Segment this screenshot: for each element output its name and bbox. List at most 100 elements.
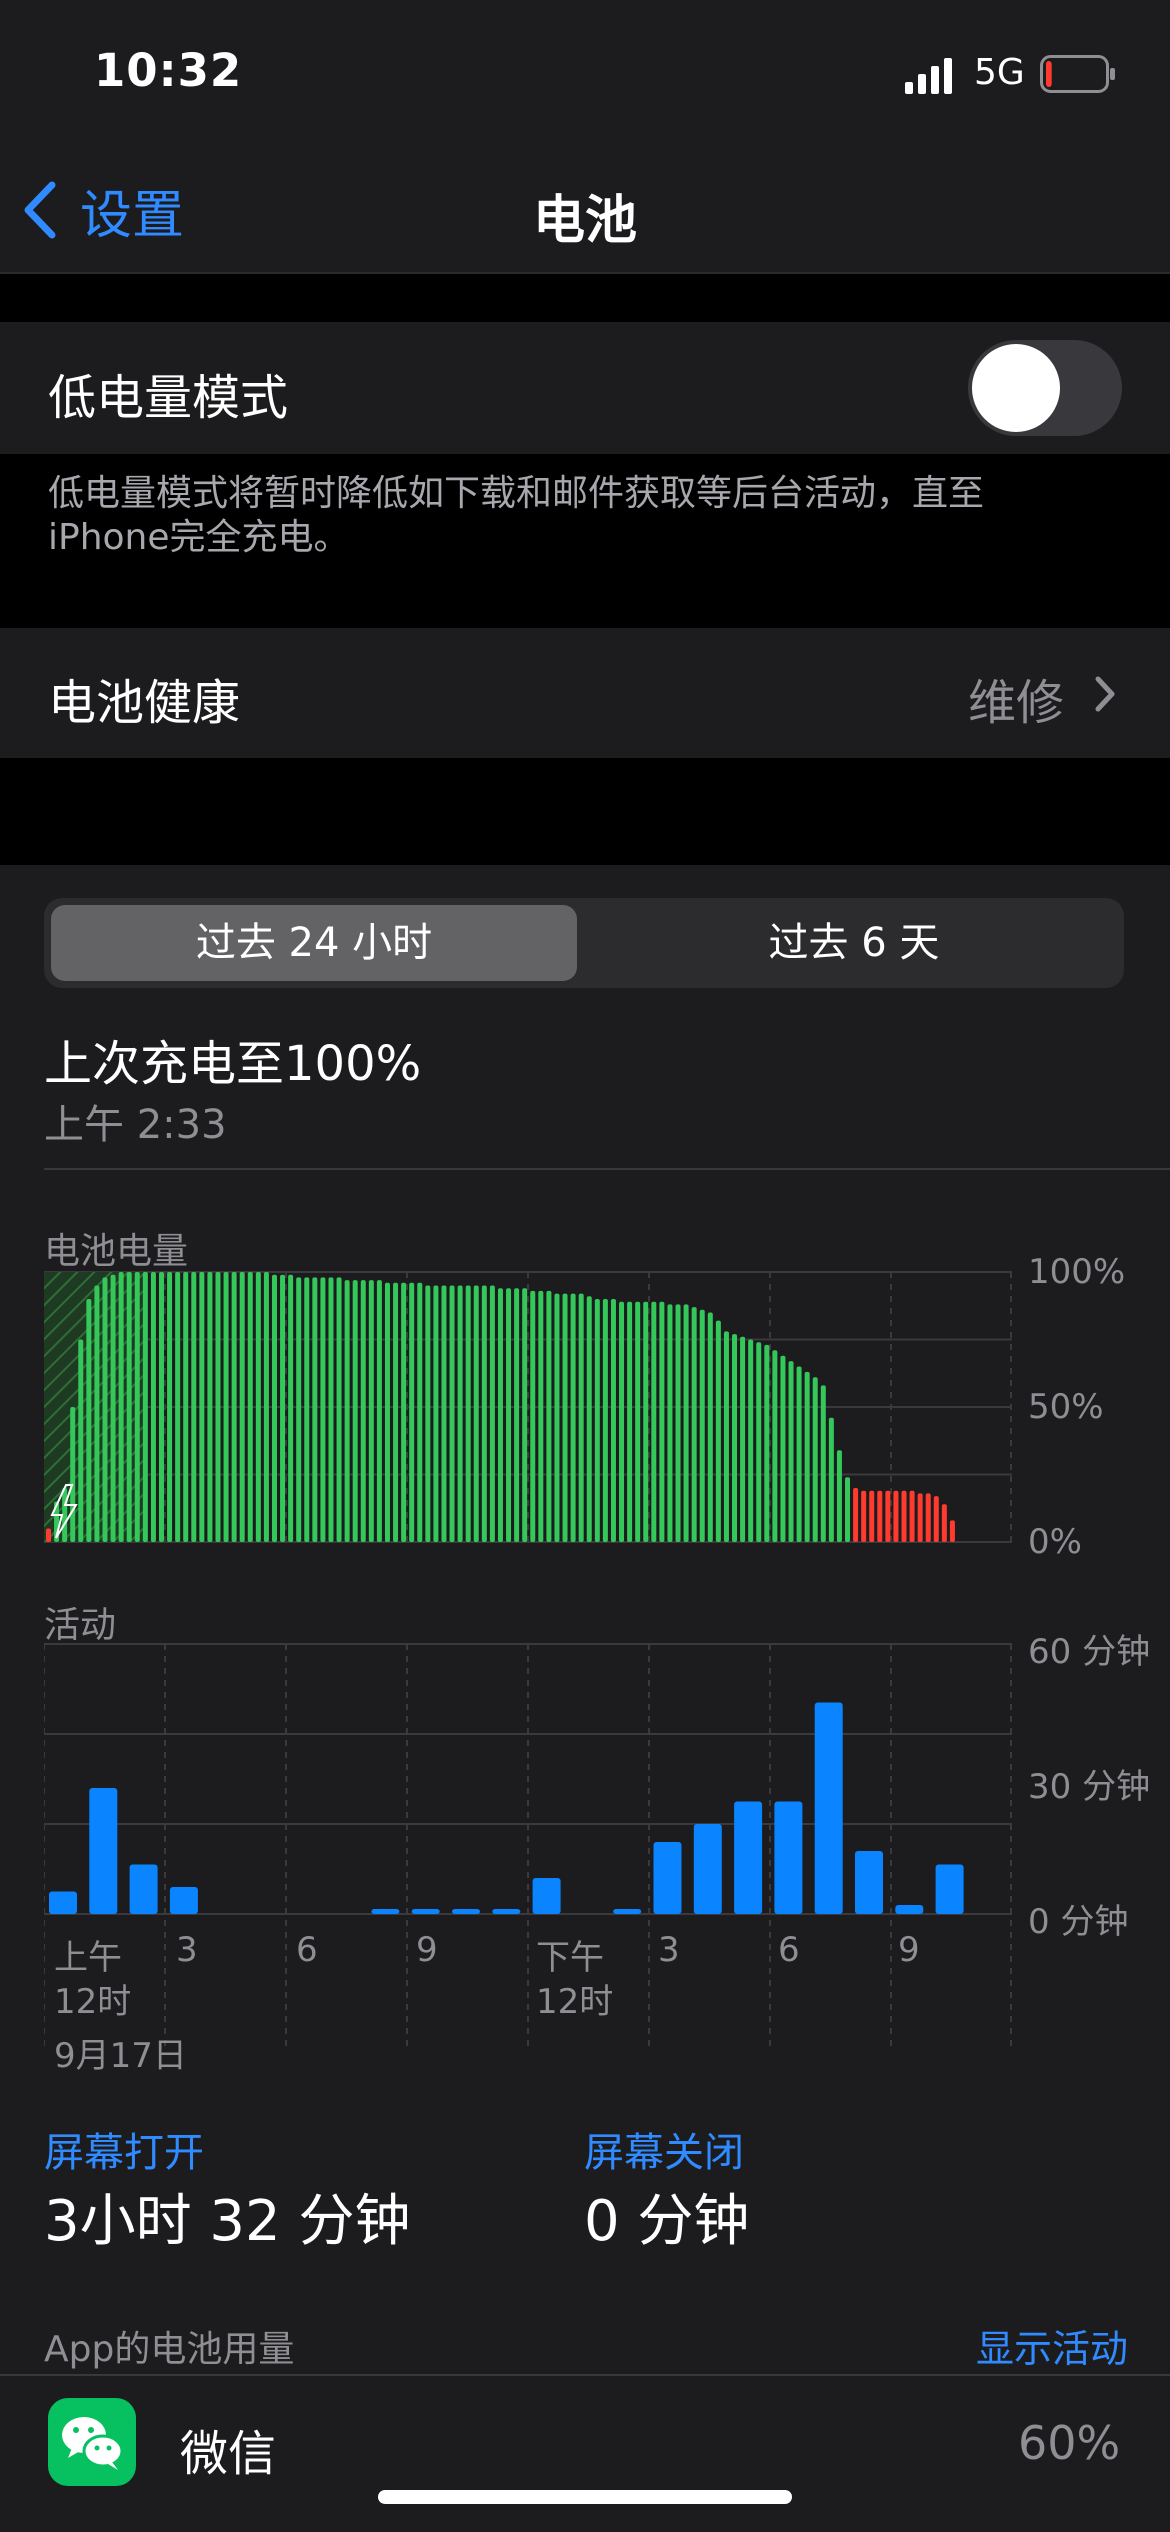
- divider: [44, 1168, 1170, 1170]
- battery-bar: [215, 1272, 221, 1542]
- low-power-mode-toggle[interactable]: [968, 340, 1122, 436]
- xtick-6am: 6: [296, 1930, 318, 1970]
- battery-icon: [1040, 55, 1115, 93]
- battery-bar: [280, 1274, 286, 1542]
- battery-bar: [497, 1288, 503, 1542]
- battery-bar: [118, 1272, 124, 1542]
- time-range-segmented-control: 过去 24 小时 过去 6 天: [44, 898, 1124, 988]
- xtick-9pm: 9: [898, 1930, 920, 1970]
- segment-6-days[interactable]: 过去 6 天: [584, 898, 1124, 988]
- activity-bar: [935, 1864, 964, 1914]
- xtick-9am: 9: [416, 1930, 438, 1970]
- activity-bar: [129, 1864, 158, 1914]
- battery-bar: [941, 1504, 947, 1542]
- battery-bar: [756, 1342, 762, 1542]
- battery-bar: [449, 1285, 455, 1542]
- battery-bar: [199, 1272, 205, 1542]
- battery-bar: [909, 1490, 915, 1542]
- activity-bar: [814, 1702, 843, 1914]
- battery-bar: [546, 1290, 552, 1542]
- status-time: 10:32: [94, 44, 243, 97]
- battery-bar: [142, 1272, 148, 1542]
- battery-bar: [352, 1280, 358, 1542]
- battery-bar: [530, 1290, 536, 1542]
- battery-bar: [150, 1272, 156, 1542]
- battery-bar: [675, 1304, 681, 1542]
- activity-bar: [855, 1851, 883, 1914]
- segment-24-hours[interactable]: 过去 24 小时: [44, 898, 584, 988]
- battery-bar: [836, 1450, 842, 1542]
- battery-bar: [473, 1285, 479, 1542]
- home-indicator: [378, 2490, 792, 2504]
- last-charged-title: 上次充电至100%: [44, 1036, 422, 1092]
- battery-bar: [441, 1285, 447, 1542]
- battery-bar: [610, 1299, 616, 1542]
- battery-bar: [627, 1301, 633, 1542]
- divider: [0, 2374, 1170, 2376]
- battery-bar: [651, 1301, 657, 1542]
- last-charged-time: 上午 2:33: [44, 1102, 227, 1148]
- chevron-right-icon: [1095, 676, 1115, 712]
- battery-bar: [134, 1272, 140, 1542]
- battery-bar: [110, 1274, 116, 1542]
- activity-bar: [492, 1909, 521, 1914]
- battery-bar: [828, 1417, 834, 1542]
- battery-bar: [554, 1293, 560, 1542]
- battery-bar: [514, 1288, 520, 1542]
- xtick-3pm: 3: [658, 1930, 680, 1970]
- battery-bar: [804, 1371, 810, 1542]
- battery-bar: [901, 1490, 907, 1542]
- battery-bar: [845, 1477, 851, 1542]
- app-usage-header: App的电池用量: [44, 2329, 295, 2370]
- battery-bar: [820, 1385, 826, 1542]
- battery-bar: [869, 1490, 875, 1542]
- battery-level-chart-label: 电池电量: [44, 1231, 189, 1272]
- battery-bar: [94, 1285, 100, 1542]
- screen-off-label: 屏幕关闭: [584, 2130, 744, 2176]
- xtick-6pm: 6: [778, 1930, 800, 1970]
- battery-bar: [594, 1299, 600, 1542]
- battery-bar: [715, 1320, 721, 1542]
- app-row-wechat[interactable]: [0, 2378, 1170, 2532]
- battery-bar: [481, 1285, 487, 1542]
- battery-bar: [417, 1282, 423, 1542]
- battery-bar: [255, 1272, 261, 1542]
- battery-bar: [223, 1272, 229, 1542]
- battery-bar: [586, 1296, 592, 1542]
- toggle-knob: [972, 344, 1060, 432]
- battery-bar: [158, 1272, 164, 1542]
- xtick-12pm: 12时: [536, 1982, 614, 2022]
- battery-health-value: 维修: [968, 675, 1065, 731]
- activity-chart-label: 活动: [44, 1605, 117, 1646]
- battery-bar: [46, 1528, 52, 1542]
- activity-ytick-0: 0 分钟: [1028, 1902, 1129, 1942]
- activity-bar: [452, 1909, 480, 1914]
- battery-bar: [465, 1285, 471, 1542]
- battery-bar: [401, 1282, 407, 1542]
- battery-bar: [409, 1282, 415, 1542]
- battery-level-chart: [44, 1271, 1012, 1543]
- x-axis-date: 9月17日: [54, 2036, 187, 2076]
- battery-bar: [853, 1488, 859, 1542]
- app-name: 微信: [180, 2426, 277, 2482]
- battery-bar: [562, 1293, 568, 1542]
- battery-bar: [384, 1282, 390, 1542]
- xtick-am: 上午: [54, 1938, 122, 1978]
- battery-ytick-100: 100%: [1028, 1252, 1126, 1292]
- battery-bar: [538, 1290, 544, 1542]
- activity-bar: [411, 1909, 440, 1914]
- battery-bar: [619, 1301, 625, 1542]
- battery-bar: [570, 1293, 576, 1542]
- low-power-mode-label: 低电量模式: [48, 370, 289, 426]
- battery-bar: [247, 1272, 253, 1542]
- battery-bar: [578, 1293, 584, 1542]
- battery-bar: [312, 1277, 318, 1542]
- xtick-pm: 下午: [536, 1938, 604, 1978]
- wechat-glyph: [62, 2417, 124, 2470]
- battery-bar: [433, 1285, 439, 1542]
- activity-bar: [371, 1909, 400, 1914]
- battery-bar: [683, 1304, 689, 1542]
- show-activity-button[interactable]: 显示活动: [976, 2318, 1128, 2373]
- battery-bar: [788, 1361, 794, 1542]
- activity-ytick-30: 30 分钟: [1028, 1767, 1151, 1807]
